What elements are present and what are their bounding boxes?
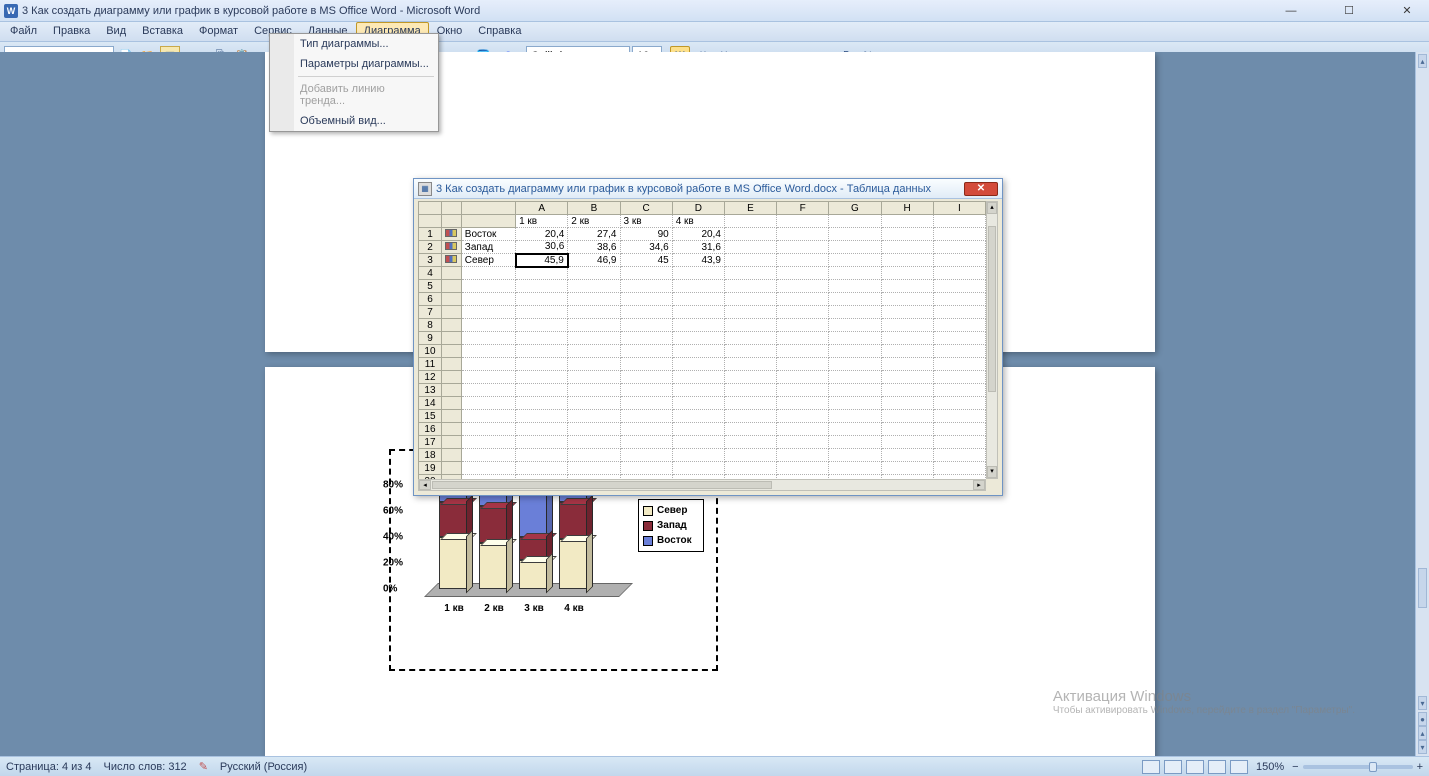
window-title: 3 Как создать диаграмму или график в кур… <box>22 5 480 17</box>
window-titlebar: W 3 Как создать диаграмму или график в к… <box>0 0 1429 22</box>
view-fullscreen[interactable] <box>1164 760 1182 774</box>
maximize-button[interactable]: ☐ <box>1335 4 1363 18</box>
diagram-dropdown: Тип диаграммы... Параметры диаграммы... … <box>269 33 439 132</box>
status-page[interactable]: Страница: 4 из 4 <box>6 761 92 773</box>
menu-view[interactable]: Вид <box>98 22 134 41</box>
view-outline[interactable] <box>1208 760 1226 774</box>
menu-insert[interactable]: Вставка <box>134 22 191 41</box>
menu-edit[interactable]: Правка <box>45 22 98 41</box>
view-draft[interactable] <box>1230 760 1248 774</box>
menu-format[interactable]: Формат <box>191 22 246 41</box>
status-language[interactable]: Русский (Россия) <box>220 761 307 773</box>
status-words[interactable]: Число слов: 312 <box>104 761 187 773</box>
statusbar: Страница: 4 из 4 Число слов: 312 ✎ Русск… <box>0 756 1429 776</box>
view-print-layout[interactable] <box>1142 760 1160 774</box>
proofing-icon[interactable]: ✎ <box>199 760 208 773</box>
legend-item[interactable]: Восток <box>643 533 699 548</box>
close-button[interactable]: ✕ <box>1393 4 1421 18</box>
datasheet-close-button[interactable]: ✕ <box>964 182 998 196</box>
zoom-in-button[interactable]: + <box>1417 761 1423 773</box>
zoom-slider[interactable] <box>1303 765 1413 769</box>
minimize-button[interactable]: — <box>1277 4 1305 18</box>
datasheet-icon: ▦ <box>418 182 432 196</box>
menu-file[interactable]: Файл <box>2 22 45 41</box>
chart-options-item[interactable]: Параметры диаграммы... <box>270 54 438 74</box>
datasheet-grid[interactable]: ABCDEFGHI1 кв2 кв3 кв4 кв1Восток20,427,4… <box>418 201 986 479</box>
legend-item[interactable]: Запад <box>643 518 699 533</box>
datasheet-titlebar[interactable]: ▦ 3 Как создать диаграмму или график в к… <box>414 179 1002 199</box>
datasheet-window[interactable]: ▦ 3 Как создать диаграмму или график в к… <box>413 178 1003 496</box>
datasheet-vscroll[interactable]: ▴▾ <box>986 201 998 479</box>
menu-help[interactable]: Справка <box>470 22 529 41</box>
chart-legend[interactable]: СеверЗападВосток <box>638 499 704 552</box>
zoom-out-button[interactable]: − <box>1292 761 1298 773</box>
windows-activation-watermark: Активация Windows Чтобы активировать Win… <box>1053 688 1355 716</box>
app-icon: W <box>4 4 18 18</box>
datasheet-title: 3 Как создать диаграмму или график в кур… <box>436 183 931 195</box>
zoom-level[interactable]: 150% <box>1256 761 1284 773</box>
add-trendline-item: Добавить линию тренда... <box>270 79 438 111</box>
view-web[interactable] <box>1186 760 1204 774</box>
chart-type-item[interactable]: Тип диаграммы... <box>270 34 438 54</box>
legend-item[interactable]: Север <box>643 503 699 518</box>
chart-x-axis: 1 кв2 кв3 кв4 кв <box>439 603 619 614</box>
datasheet-hscroll[interactable]: ◂▸ <box>418 479 986 491</box>
document-vscroll[interactable]: ▴ ▾ ● ▴ ▾ <box>1415 52 1429 756</box>
document-workspace: 0%20%40%60%80% 1 кв2 кв3 кв4 кв СеверЗап… <box>0 52 1415 756</box>
3d-view-item[interactable]: Объемный вид... <box>270 111 438 131</box>
main-menubar: Файл Правка Вид Вставка Формат Сервис Да… <box>0 22 1429 42</box>
